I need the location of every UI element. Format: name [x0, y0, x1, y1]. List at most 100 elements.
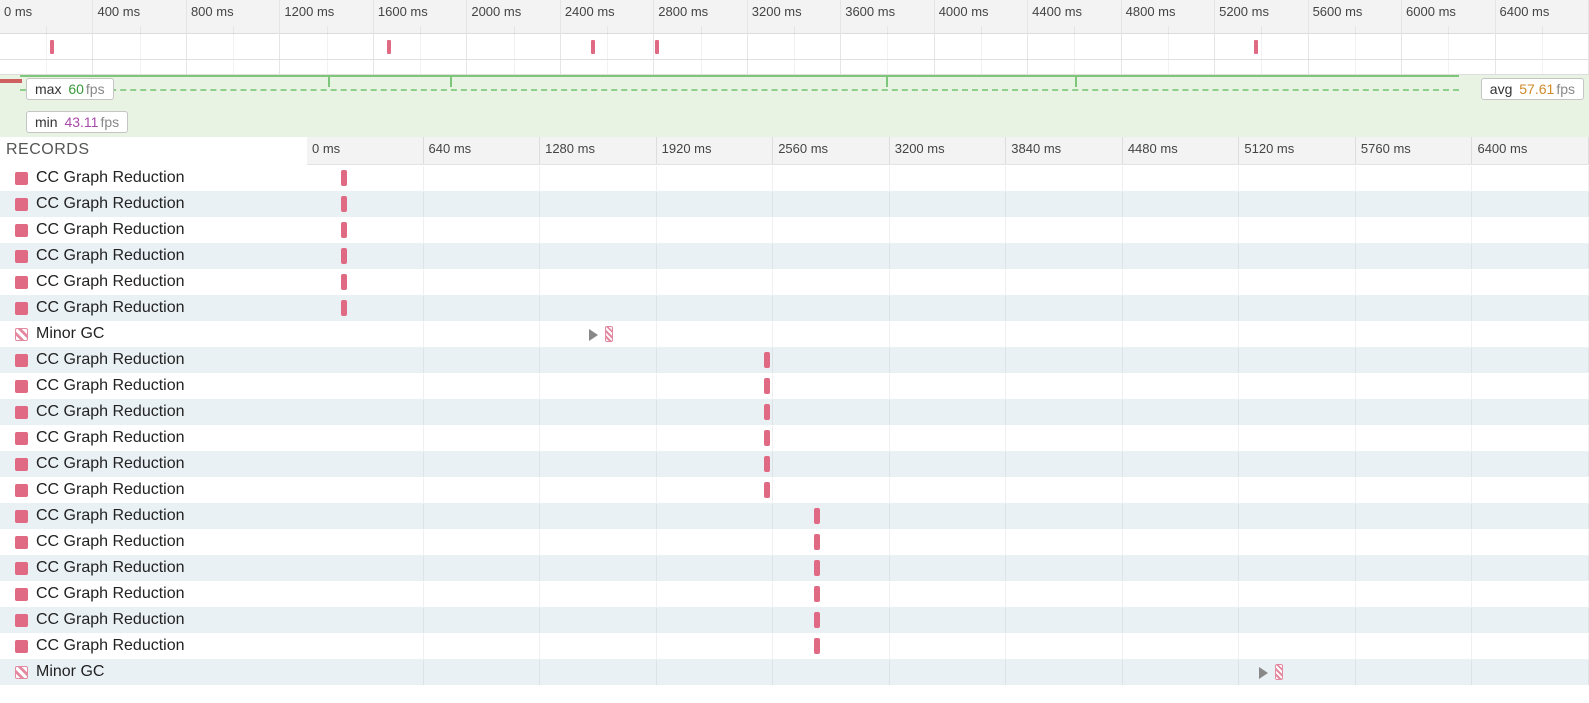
waterfall-marker[interactable] [764, 352, 770, 368]
waterfall-header[interactable]: 0 ms640 ms1280 ms1920 ms2560 ms3200 ms38… [307, 137, 1589, 165]
cc-swatch-icon [15, 302, 28, 315]
gc-swatch-icon [15, 328, 28, 341]
overview-event-marker[interactable] [387, 40, 391, 54]
waterfall-row-track[interactable] [307, 165, 1589, 191]
waterfall-row-track[interactable] [307, 321, 1589, 347]
waterfall-row-track[interactable] [307, 373, 1589, 399]
fps-notch [450, 75, 452, 87]
waterfall-row-label[interactable]: CC Graph Reduction [0, 425, 307, 451]
fps-redline-icon [0, 79, 22, 83]
waterfall-row-track[interactable] [307, 607, 1589, 633]
overview-event-marker[interactable] [655, 40, 659, 54]
waterfall-row-label[interactable]: CC Graph Reduction [0, 529, 307, 555]
waterfall-row-label[interactable]: CC Graph Reduction [0, 503, 307, 529]
overview-tick-label: 2000 ms [471, 4, 521, 19]
waterfall-marker[interactable] [814, 560, 820, 576]
overview-marker-track [0, 36, 1589, 60]
waterfall-row-name: CC Graph Reduction [36, 195, 185, 213]
waterfall-row-label[interactable]: CC Graph Reduction [0, 581, 307, 607]
waterfall-marker[interactable] [814, 586, 820, 602]
waterfall-marker[interactable] [341, 196, 347, 212]
waterfall-row-name: CC Graph Reduction [36, 429, 185, 447]
waterfall-marker[interactable] [814, 534, 820, 550]
records-table: RECORDS 0 ms640 ms1280 ms1920 ms2560 ms3… [0, 137, 1589, 685]
waterfall-row-track[interactable] [307, 269, 1589, 295]
waterfall-row-track[interactable] [307, 425, 1589, 451]
fps-max-value: 60 [68, 81, 84, 97]
waterfall-row-track[interactable] [307, 633, 1589, 659]
waterfall-row-track[interactable] [307, 451, 1589, 477]
waterfall-row-label[interactable]: CC Graph Reduction [0, 347, 307, 373]
waterfall-marker[interactable] [341, 300, 347, 316]
waterfall-marker[interactable] [764, 430, 770, 446]
waterfall-marker[interactable] [764, 456, 770, 472]
waterfall-marker[interactable] [341, 222, 347, 238]
waterfall-row-name: CC Graph Reduction [36, 611, 185, 629]
fps-avg-unit: fps [1556, 81, 1575, 97]
waterfall-tick-col: 3200 ms [890, 137, 1007, 164]
overview-event-marker[interactable] [50, 40, 54, 54]
waterfall-row-label[interactable]: CC Graph Reduction [0, 217, 307, 243]
waterfall-marker[interactable] [764, 404, 770, 420]
expand-row-icon[interactable] [589, 329, 598, 341]
expand-row-icon[interactable] [1259, 667, 1268, 679]
waterfall-tick-col: 3840 ms [1006, 137, 1123, 164]
waterfall-marker[interactable] [764, 482, 770, 498]
waterfall-row-label[interactable]: CC Graph Reduction [0, 607, 307, 633]
waterfall-row-track[interactable] [307, 581, 1589, 607]
fps-max-unit: fps [86, 81, 105, 97]
waterfall-row-label[interactable]: CC Graph Reduction [0, 373, 307, 399]
waterfall-row-label[interactable]: CC Graph Reduction [0, 477, 307, 503]
waterfall-row-label[interactable]: CC Graph Reduction [0, 191, 307, 217]
fps-max-label: max [35, 81, 61, 97]
waterfall-row-label[interactable]: Minor GC [0, 659, 307, 685]
waterfall-row-name: CC Graph Reduction [36, 169, 185, 187]
waterfall-tick-label: 640 ms [429, 141, 472, 156]
waterfall-row-track[interactable] [307, 217, 1589, 243]
waterfall-row-track[interactable] [307, 191, 1589, 217]
waterfall-row-label[interactable]: CC Graph Reduction [0, 451, 307, 477]
waterfall-row-track[interactable] [307, 399, 1589, 425]
waterfall-row-label[interactable]: CC Graph Reduction [0, 269, 307, 295]
waterfall-row-label[interactable]: Minor GC [0, 321, 307, 347]
waterfall-row-label[interactable]: CC Graph Reduction [0, 633, 307, 659]
waterfall-row-label[interactable]: CC Graph Reduction [0, 555, 307, 581]
waterfall-row-track[interactable] [307, 659, 1589, 685]
overview-tick-label: 800 ms [191, 4, 234, 19]
waterfall-row-track[interactable] [307, 295, 1589, 321]
waterfall-row-name: CC Graph Reduction [36, 351, 185, 369]
waterfall-row-label[interactable]: CC Graph Reduction [0, 165, 307, 191]
waterfall-row-name: Minor GC [36, 325, 104, 343]
waterfall-row-name: CC Graph Reduction [36, 585, 185, 603]
waterfall-row-label[interactable]: CC Graph Reduction [0, 243, 307, 269]
waterfall-marker[interactable] [814, 612, 820, 628]
waterfall-row-track[interactable] [307, 347, 1589, 373]
waterfall-row-track[interactable] [307, 555, 1589, 581]
waterfall-row-track[interactable] [307, 503, 1589, 529]
waterfall-row-track[interactable] [307, 529, 1589, 555]
waterfall-row-name: CC Graph Reduction [36, 507, 185, 525]
waterfall-row-track[interactable] [307, 243, 1589, 269]
waterfall-marker[interactable] [814, 508, 820, 524]
waterfall-row-label[interactable]: CC Graph Reduction [0, 295, 307, 321]
waterfall-marker[interactable] [764, 378, 770, 394]
overview-event-marker[interactable] [591, 40, 595, 54]
overview-timeline[interactable]: 0 ms400 ms800 ms1200 ms1600 ms2000 ms240… [0, 0, 1589, 75]
waterfall-tick-label: 0 ms [312, 141, 340, 156]
waterfall-marker[interactable] [341, 170, 347, 186]
waterfall-marker[interactable] [341, 248, 347, 264]
waterfall-row-label[interactable]: CC Graph Reduction [0, 399, 307, 425]
fps-strip: max 60fps min 43.11fps avg 57.61fps [0, 75, 1589, 137]
waterfall-tick-col: 4480 ms [1123, 137, 1240, 164]
waterfall-marker[interactable] [1275, 664, 1283, 680]
waterfall-row-track[interactable] [307, 477, 1589, 503]
cc-swatch-icon [15, 250, 28, 263]
waterfall-row-name: CC Graph Reduction [36, 481, 185, 499]
waterfall-marker[interactable] [605, 326, 613, 342]
overview-event-marker[interactable] [1254, 40, 1258, 54]
overview-tick-label: 4000 ms [939, 4, 989, 19]
waterfall-tick-col: 1280 ms [540, 137, 657, 164]
waterfall-marker[interactable] [814, 638, 820, 654]
waterfall-tick-col: 640 ms [424, 137, 541, 164]
waterfall-marker[interactable] [341, 274, 347, 290]
